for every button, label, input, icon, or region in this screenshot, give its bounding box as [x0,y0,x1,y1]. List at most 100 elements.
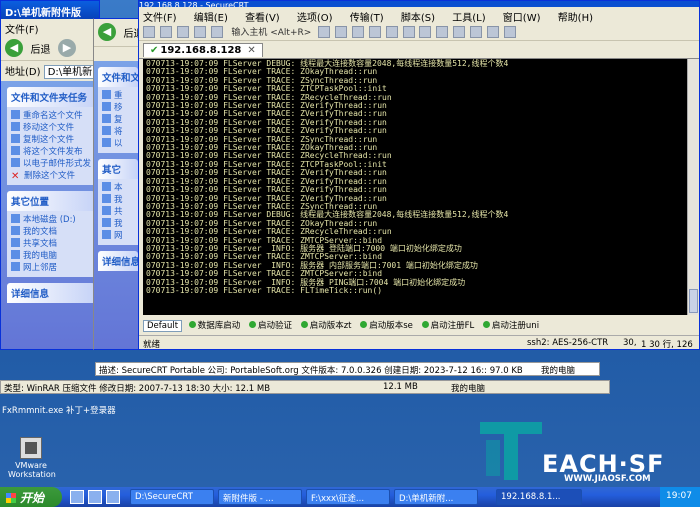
paste-icon[interactable] [335,25,348,38]
quick-connect-icon[interactable] [159,25,172,38]
explorer-window-left[interactable]: D:\单机新附件版 文件(F) ◀ 后退 ▶ 地址(D) D:\单机新 文件和文… [0,0,100,350]
about-icon[interactable] [503,25,516,38]
terminal-output[interactable]: 070713-19:07:09 FLServer DEBUG: 线程最大连接数容… [143,59,687,315]
copy-icon[interactable] [318,25,331,38]
forward-arrow-icon[interactable]: ▶ [58,39,76,57]
task-copy[interactable]: 复制这个文件 [11,134,91,146]
back-button[interactable]: 后退 [31,45,51,56]
print-setup-icon[interactable] [385,25,398,38]
quick-launch-ie-icon[interactable] [70,490,84,504]
place-local-disk[interactable]: 本地磁盘 (D:) [11,214,91,226]
disconnect-icon[interactable] [210,25,223,38]
desktop-file-label[interactable]: FxRmmnit.exe 补丁+登录器 [2,404,116,416]
menu-edit[interactable]: 编辑(E) [194,13,228,24]
place-item[interactable]: 共 [102,206,134,218]
menu-view[interactable]: 查看(V) [245,13,280,24]
back-arrow-icon[interactable]: ◀ [5,39,23,57]
task-delete[interactable]: ✕ 删除这个文件 [11,170,91,182]
green-dot-icon [248,321,256,328]
cmd-button-zt[interactable]: 启动版本zt [300,319,352,331]
file-tasks-header[interactable]: 文件和文件夹任务 [7,87,95,107]
green-dot-icon [421,321,429,328]
menu-options[interactable]: 选项(O) [297,13,333,24]
host-input[interactable]: 输入主机 <Alt+R> [231,25,311,38]
place-shared-documents[interactable]: 共享文档 [11,238,91,250]
system-tray-clock[interactable]: 19:07 [660,487,700,507]
cmd-button-fl[interactable]: 启动注册FL [421,319,474,331]
place-item[interactable]: 本 [102,182,134,194]
session-options-icon[interactable] [402,25,415,38]
task-email[interactable]: 以电子邮件形式发送此文件 [11,158,91,170]
task-pane: 文件和文件夹任务 重 移 复 将 以 其它 本 我 共 我 网 详细信息 [94,61,140,349]
taskbar-button-danji[interactable]: D:\单机新附... [394,489,478,505]
session-tab[interactable]: ✔ 192.168.8.128 ✕ [143,43,263,57]
taskbar-button-zhengtu[interactable]: F:\xxx\征途... [306,489,390,505]
place-icon [102,194,111,203]
vmware-desktop-icon[interactable]: VMware Workstation [8,437,56,479]
button-bar-select[interactable]: Default [143,320,183,332]
file-tasks-header[interactable]: 文件和文件夹任务 [98,67,138,87]
securecrt-window[interactable]: 192.168.8.128 - SecureCRT 文件(F) 编辑(E) 查看… [138,0,700,350]
cmd-button-db-start[interactable]: 数据库启动 [188,319,240,331]
place-item[interactable]: 我 [102,218,134,230]
close-tab-icon[interactable]: ✕ [247,45,255,56]
place-my-documents[interactable]: 我的文档 [11,226,91,238]
task-rename[interactable]: 重命名这个文件 [11,110,91,122]
find-icon[interactable] [351,25,364,38]
type-size: 12.1 MB [383,382,418,392]
task-publish[interactable]: 将这个文件发布 [11,146,91,158]
task-item[interactable]: 复 [102,114,134,126]
cmd-button-verify[interactable]: 启动验证 [248,319,292,331]
quick-launch-media-icon[interactable] [106,490,120,504]
quick-launch-desktop-icon[interactable] [88,490,102,504]
address-input[interactable]: D:\单机新 [43,65,97,79]
connect-icon[interactable] [143,25,155,38]
task-item[interactable]: 将 [102,126,134,138]
task-move[interactable]: 移动这个文件 [11,122,91,134]
keymap-icon[interactable] [453,25,466,38]
task-icon [102,126,111,135]
logo-url: WWW.JIAOSF.COM [564,474,651,484]
cmd-button-uni[interactable]: 启动注册uni [482,319,539,331]
back-arrow-icon[interactable]: ◀ [98,23,116,41]
start-button[interactable]: 开始 [0,487,62,507]
window-title[interactable]: D:\单机新附件版 [1,1,99,19]
connect-tab-icon[interactable] [176,25,189,38]
address-bar: 地址(D) D:\单机新 [1,61,99,79]
help-icon[interactable] [486,25,499,38]
place-network[interactable]: 网上邻居 [11,262,91,274]
scrollbar-thumb[interactable] [689,289,698,313]
tools-icon[interactable] [470,25,483,38]
menu-tools[interactable]: 工具(L) [452,13,485,24]
task-icon [102,102,111,111]
taskbar-button-securecrt[interactable]: 192.168.8.1... [496,489,582,505]
cmd-button-se[interactable]: 启动版本se [360,319,413,331]
details-header[interactable]: 详细信息 [7,283,95,303]
global-options-icon[interactable] [419,25,432,38]
vmware-icon [20,437,42,459]
task-item[interactable]: 重 [102,90,134,102]
address-label: 地址(D) [5,67,41,78]
menu-file[interactable]: 文件(F) [1,19,99,36]
other-places-list: 本地磁盘 (D:) 我的文档 共享文档 我的电脑 网上邻居 [7,211,95,277]
menu-help[interactable]: 帮助(H) [558,13,593,24]
task-item[interactable]: 移 [102,102,134,114]
other-places-header[interactable]: 其它位置 [7,191,95,211]
place-my-computer[interactable]: 我的电脑 [11,250,91,262]
explorer-window-middle[interactable]: ◀ 后退 文件和文件夹任务 重 移 复 将 以 其它 本 我 共 我 网 详细信… [93,18,141,350]
task-item[interactable]: 以 [102,138,134,150]
reconnect-icon[interactable] [193,25,206,38]
menu-file[interactable]: 文件(F) [143,13,177,24]
other-header[interactable]: 其它 [98,159,138,179]
taskbar-button-securecrt-folder[interactable]: D:\SecureCRT [130,489,214,505]
menu-transfer[interactable]: 传输(T) [350,13,384,24]
menu-window[interactable]: 窗口(W) [503,13,541,24]
place-item[interactable]: 我 [102,194,134,206]
place-item[interactable]: 网 [102,230,134,242]
taskbar-button-attachment[interactable]: 新附件版 - ... [218,489,302,505]
sftp-icon[interactable] [436,25,449,38]
print-icon[interactable] [368,25,381,38]
terminal-scrollbar[interactable] [687,59,699,315]
menu-script[interactable]: 脚本(S) [401,13,435,24]
details-header[interactable]: 详细信息 [98,251,138,271]
